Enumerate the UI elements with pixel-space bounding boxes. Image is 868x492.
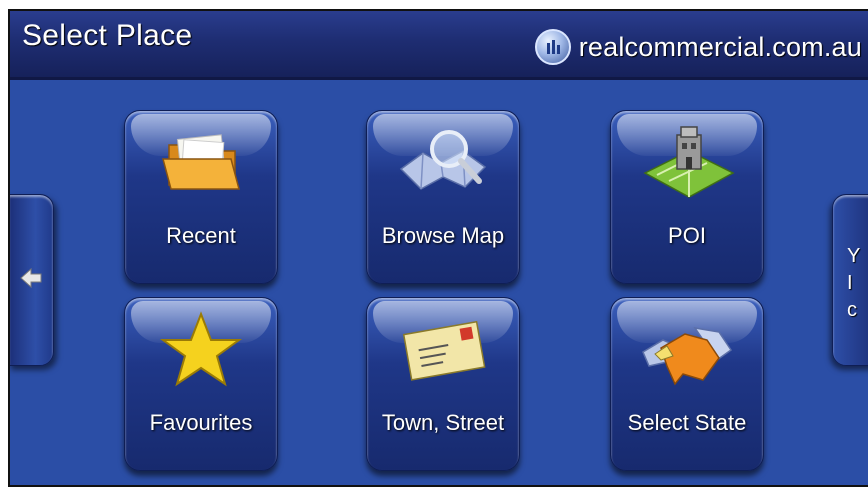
recent-label: Recent <box>166 223 236 248</box>
arrow-left-icon <box>20 267 42 289</box>
poi-label: POI <box>668 223 706 248</box>
magnifier-map-icon <box>399 130 487 190</box>
favourites-button[interactable]: Favourites <box>124 297 278 471</box>
page-title: Select Place <box>22 19 193 52</box>
previous-page-button[interactable] <box>10 194 54 366</box>
brand: realcommercial.com.au <box>534 27 862 67</box>
town-street-label: Town, Street <box>381 410 505 435</box>
browse-map-label: Browse Map <box>381 223 505 248</box>
next-page-button[interactable]: Y I c <box>832 194 868 366</box>
poi-building-icon <box>643 126 735 198</box>
town-street-button[interactable]: Town, Street <box>366 297 520 471</box>
screen: Select Place realcommercial.com.au Y I c <box>8 9 868 487</box>
select-state-button[interactable]: Select State <box>610 297 764 471</box>
poi-button[interactable]: POI <box>610 110 764 284</box>
star-icon <box>159 311 243 387</box>
browse-map-button[interactable]: Browse Map <box>366 110 520 284</box>
brand-text: realcommercial.com.au <box>578 31 862 62</box>
state-map-icon <box>642 326 733 386</box>
recent-button[interactable]: Recent <box>124 110 278 284</box>
envelope-icon <box>402 320 486 381</box>
header-bar: Select Place realcommercial.com.au <box>10 11 868 80</box>
select-state-label: Select State <box>627 410 747 435</box>
folder-icon <box>162 134 240 190</box>
next-page-label: Y I c <box>847 245 861 321</box>
brand-logo-icon <box>534 29 571 65</box>
favourites-label: Favourites <box>149 410 253 435</box>
